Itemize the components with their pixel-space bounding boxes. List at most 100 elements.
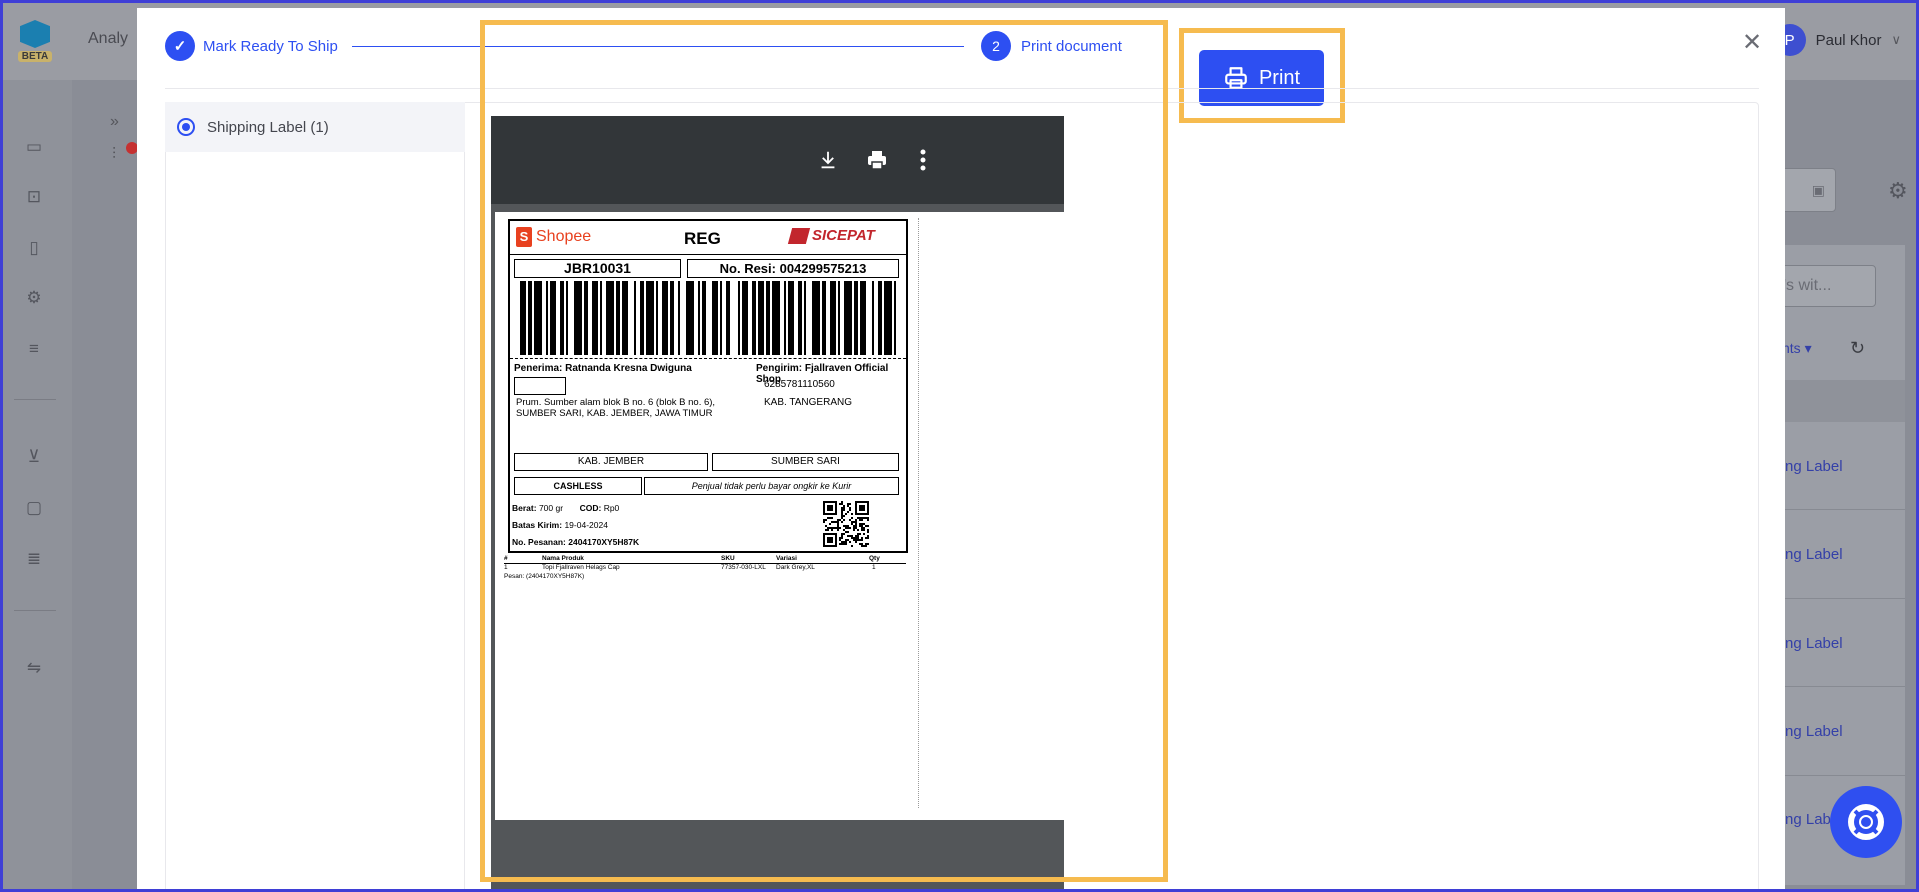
filter-icon[interactable]: ⫶ bbox=[112, 146, 116, 164]
barcode-bar bbox=[534, 281, 542, 355]
items-header: # Nama Produk SKU Variasi Qty bbox=[504, 555, 906, 564]
qr-module bbox=[841, 501, 843, 503]
qr-module bbox=[843, 541, 845, 543]
qr-module bbox=[867, 525, 869, 527]
bag-icon[interactable]: ▢ bbox=[24, 498, 44, 518]
qr-module bbox=[841, 535, 843, 537]
qr-module bbox=[831, 517, 833, 519]
qr-module bbox=[835, 521, 837, 523]
qr-module bbox=[855, 527, 857, 529]
qr-module bbox=[841, 543, 843, 545]
shipping-label-link[interactable]: ng Label bbox=[1785, 635, 1843, 652]
qr-module bbox=[831, 537, 833, 539]
qr-module bbox=[841, 503, 843, 505]
document-item-shipping-label[interactable]: Shipping Label (1) bbox=[165, 102, 465, 152]
qr-module bbox=[851, 535, 853, 537]
qr-module bbox=[835, 501, 837, 503]
close-icon[interactable]: ✕ bbox=[1742, 28, 1762, 57]
qr-module bbox=[849, 507, 851, 509]
qr-module bbox=[861, 545, 863, 547]
qr-module bbox=[867, 519, 869, 521]
barcode-bar bbox=[758, 281, 764, 355]
qr-module bbox=[831, 545, 833, 547]
list-icon[interactable]: ≡ bbox=[24, 339, 44, 359]
app-title[interactable]: Analy bbox=[88, 30, 128, 48]
lifebuoy-icon bbox=[1848, 804, 1884, 840]
box-check-icon[interactable]: ⊡ bbox=[24, 187, 44, 207]
pdf-viewer[interactable]: S Shopee REG SICEPAT JBR10031 No. Resi: … bbox=[491, 116, 1064, 892]
qr-module bbox=[861, 519, 863, 521]
qr-module bbox=[843, 543, 845, 545]
qr-module bbox=[829, 541, 831, 543]
qr-module bbox=[829, 523, 831, 525]
receiver-name: Penerima: Ratnanda Kresna Dwiguna bbox=[514, 363, 692, 374]
qr-module bbox=[835, 537, 837, 539]
qr-module bbox=[861, 525, 863, 527]
qr-module bbox=[847, 539, 849, 541]
search-input[interactable]: 's wit... bbox=[1772, 265, 1876, 307]
radio-selected-icon[interactable] bbox=[177, 118, 195, 136]
expand-icon[interactable]: » bbox=[110, 113, 119, 131]
documents-filter[interactable]: nts ▾ bbox=[1782, 340, 1812, 357]
qr-module bbox=[831, 505, 833, 507]
qr-module bbox=[841, 521, 843, 523]
qr-module bbox=[825, 513, 827, 515]
qr-module bbox=[841, 541, 843, 543]
qr-module bbox=[831, 533, 833, 535]
qr-module bbox=[831, 539, 833, 541]
qr-module bbox=[841, 511, 843, 513]
document-item-label: Shipping Label (1) bbox=[207, 118, 329, 136]
app-logo[interactable]: BETA bbox=[18, 20, 52, 66]
qr-module bbox=[827, 539, 829, 541]
refresh-icon[interactable]: ↻ bbox=[1850, 338, 1865, 359]
qr-module bbox=[827, 517, 829, 519]
step-2-number: 2 bbox=[981, 31, 1011, 61]
qr-module bbox=[859, 509, 861, 511]
file-icon[interactable]: ▯ bbox=[24, 238, 44, 258]
cube-icon bbox=[20, 20, 50, 48]
shipping-label-link[interactable]: ng Label bbox=[1785, 723, 1843, 740]
qr-module bbox=[839, 503, 841, 505]
barcode-bar bbox=[662, 281, 668, 355]
cart-icon[interactable]: ⊻ bbox=[24, 447, 44, 467]
qr-module bbox=[847, 503, 849, 505]
archive-icon[interactable]: ▭ bbox=[24, 137, 44, 157]
shipping-label-link[interactable]: ng Label bbox=[1785, 546, 1843, 563]
download-icon[interactable] bbox=[814, 146, 842, 174]
print-button[interactable]: Print bbox=[1199, 50, 1324, 106]
settings-gear-icon[interactable]: ⚙ bbox=[1888, 178, 1908, 204]
label-header: S Shopee REG SICEPAT bbox=[510, 221, 906, 255]
qr-code bbox=[823, 501, 869, 547]
qr-module bbox=[851, 521, 853, 523]
printer-icon[interactable] bbox=[863, 146, 891, 174]
qr-module bbox=[835, 513, 837, 515]
qr-module bbox=[835, 545, 837, 547]
barcode-bar bbox=[784, 281, 786, 355]
qr-module bbox=[863, 513, 865, 515]
qr-module bbox=[829, 505, 831, 507]
qr-module bbox=[861, 517, 863, 519]
shipping-label-link[interactable]: ng Label bbox=[1785, 458, 1843, 475]
qr-module bbox=[829, 507, 831, 509]
table-header bbox=[1785, 380, 1905, 422]
qr-module bbox=[847, 527, 849, 529]
user-menu[interactable]: P Paul Khor ∨ bbox=[1773, 24, 1901, 56]
gear-icon[interactable]: ⚙ bbox=[24, 288, 44, 308]
document-icon[interactable]: ≣ bbox=[24, 549, 44, 569]
qr-module bbox=[853, 521, 855, 523]
qr-module bbox=[863, 545, 865, 547]
qr-module bbox=[835, 511, 837, 513]
barcode-bar bbox=[860, 281, 866, 355]
qr-module bbox=[823, 541, 825, 543]
barcode-bar bbox=[854, 281, 858, 355]
tracking-number: No. Resi: 004299575213 bbox=[687, 259, 899, 278]
sicepat-mark-icon bbox=[787, 227, 811, 244]
shopee-logo: S Shopee bbox=[516, 227, 591, 247]
more-options-icon[interactable] bbox=[909, 146, 937, 174]
help-button[interactable] bbox=[1830, 786, 1902, 858]
chevron-down-icon[interactable]: ∨ bbox=[1891, 32, 1901, 48]
qr-module bbox=[861, 537, 863, 539]
settings-arrow-icon[interactable]: ⇋ bbox=[24, 658, 44, 678]
user-name[interactable]: Paul Khor bbox=[1816, 32, 1882, 49]
qr-module bbox=[851, 513, 853, 515]
